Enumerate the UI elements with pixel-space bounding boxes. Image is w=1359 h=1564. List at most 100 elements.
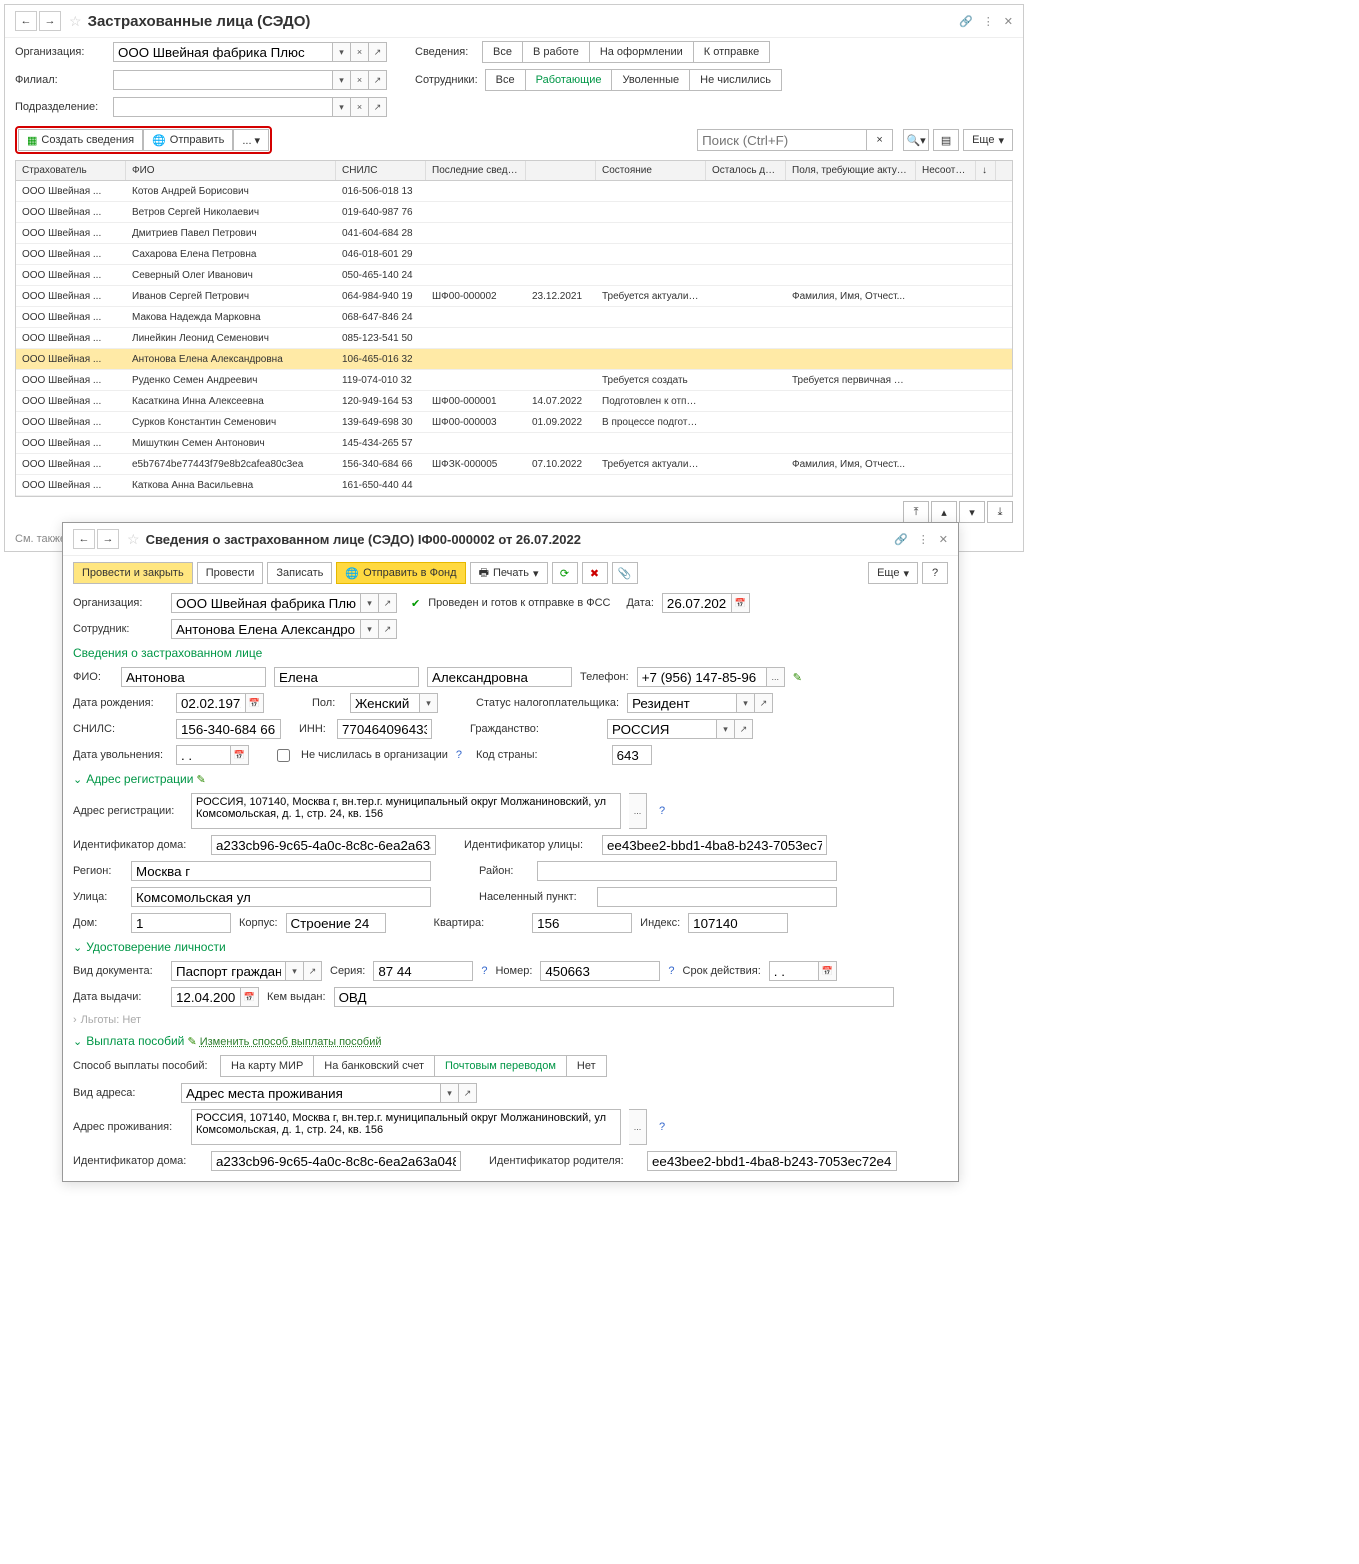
table-row[interactable]: ООО Швейная ...Руденко Семен Андреевич11… — [16, 370, 1012, 391]
table-row[interactable]: ООО Швейная ...Антонова Елена Александро… — [16, 349, 1012, 370]
col-header[interactable]: Страхователь — [16, 161, 126, 180]
edit-icon[interactable]: ✎ — [187, 1036, 196, 1048]
korp-input[interactable] — [286, 913, 386, 933]
ellipsis-button[interactable]: ... ▾ — [233, 129, 269, 151]
help-icon[interactable]: ? — [668, 965, 674, 977]
table-row[interactable]: ООО Швейная ...Северный Олег Иванович050… — [16, 265, 1012, 286]
surname-input[interactable] — [121, 667, 266, 687]
calendar-icon[interactable]: 📅 — [231, 745, 249, 765]
dropdown-icon[interactable]: ▾ — [737, 693, 755, 713]
calendar-icon[interactable]: 📅 — [819, 961, 837, 981]
table-row[interactable]: ООО Швейная ...Мишуткин Семен Антонович1… — [16, 433, 1012, 454]
edit-icon[interactable]: ✎ — [197, 774, 206, 786]
tab-На оформлении[interactable]: На оформлении — [589, 41, 694, 63]
calendar-icon[interactable]: 📅 — [241, 987, 259, 1007]
send-button[interactable]: 🌐Отправить — [143, 129, 233, 151]
nav-back-button[interactable]: ← — [73, 529, 95, 549]
calendar-icon[interactable]: 📅 — [732, 593, 750, 613]
help-icon[interactable]: ? — [659, 805, 665, 817]
collapse-icon[interactable]: ⌄ — [73, 1036, 82, 1048]
open-icon[interactable]: ↗ — [369, 42, 387, 62]
open-icon[interactable]: ↗ — [755, 693, 773, 713]
attach-button[interactable]: 📎 — [612, 562, 638, 584]
collapse-icon[interactable]: ⌄ — [73, 774, 82, 786]
more-icon[interactable]: ... — [629, 1109, 647, 1145]
org-input[interactable] — [171, 593, 361, 613]
star-icon[interactable]: ☆ — [127, 531, 140, 548]
table-row[interactable]: ООО Швейная ...Иванов Сергей Петрович064… — [16, 286, 1012, 307]
dropdown-icon[interactable]: ▾ — [286, 961, 304, 981]
ccode-input[interactable] — [612, 745, 652, 765]
open-icon[interactable]: ↗ — [459, 1083, 477, 1103]
print-button[interactable]: 🖶Печать ▾ — [470, 562, 548, 584]
tax-input[interactable] — [627, 693, 737, 713]
help-icon[interactable]: ? — [659, 1121, 665, 1133]
nav-back-button[interactable]: ← — [15, 11, 37, 31]
more-button[interactable]: Еще ▾ — [963, 129, 1013, 151]
col-header[interactable] — [526, 161, 596, 180]
sex-input[interactable] — [350, 693, 420, 713]
adrtype-input[interactable] — [181, 1083, 441, 1103]
hid2-input[interactable] — [211, 1151, 461, 1171]
help-icon[interactable]: ? — [481, 965, 487, 977]
dropdown-icon[interactable]: ▾ — [361, 593, 379, 613]
podr-input[interactable] — [113, 97, 333, 117]
tab-Почтовым переводом[interactable]: Почтовым переводом — [434, 1055, 567, 1077]
expand-icon[interactable]: › — [73, 1014, 77, 1026]
col-header[interactable]: Осталось дней — [706, 161, 786, 180]
dropdown-icon[interactable]: ▾ — [333, 42, 351, 62]
emp-input[interactable] — [171, 619, 361, 639]
send-fund-button[interactable]: 🌐Отправить в Фонд — [336, 562, 465, 584]
list-mode-button[interactable]: ▤ — [933, 129, 959, 151]
tab-На банковский счет[interactable]: На банковский счет — [313, 1055, 435, 1077]
close-icon[interactable]: ✕ — [939, 533, 948, 546]
district-input[interactable] — [537, 861, 837, 881]
nochisl-checkbox[interactable] — [277, 749, 290, 762]
tab-Уволенные[interactable]: Уволенные — [611, 69, 690, 91]
org-input[interactable] — [113, 42, 333, 62]
menu-icon[interactable]: ⋮ — [983, 15, 994, 28]
tab-Не числились[interactable]: Не числились — [689, 69, 782, 91]
open-icon[interactable]: ↗ — [304, 961, 322, 981]
table-row[interactable]: ООО Швейная ...Сахарова Елена Петровна04… — [16, 244, 1012, 265]
dropdown-icon[interactable]: ▾ — [333, 70, 351, 90]
table-row[interactable]: ООО Швейная ...Ветров Сергей Николаевич0… — [16, 202, 1012, 223]
tab-Все[interactable]: Все — [485, 69, 526, 91]
clear-icon[interactable]: × — [351, 70, 369, 90]
dropdown-icon[interactable]: ▾ — [420, 693, 438, 713]
dropdown-icon[interactable]: ▾ — [717, 719, 735, 739]
tab-Все[interactable]: Все — [482, 41, 523, 63]
goto-bottom-button[interactable]: ⤓ — [987, 501, 1013, 523]
areg-input[interactable]: РОССИЯ, 107140, Москва г, вн.тер.г. муни… — [191, 793, 621, 829]
issued-input[interactable] — [171, 987, 241, 1007]
search-input[interactable] — [697, 129, 867, 151]
collapse-icon[interactable]: ⌄ — [73, 942, 82, 954]
clear-icon[interactable]: × — [351, 97, 369, 117]
sort-icon[interactable]: ↓ — [976, 161, 996, 180]
col-header[interactable]: Поля, требующие актуа... — [786, 161, 916, 180]
search-clear-icon[interactable]: × — [867, 129, 893, 151]
col-header[interactable]: ФИО — [126, 161, 336, 180]
close-icon[interactable]: ✕ — [1004, 15, 1013, 28]
open-icon[interactable]: ↗ — [369, 97, 387, 117]
open-icon[interactable]: ↗ — [735, 719, 753, 739]
refresh-button[interactable]: ⟳ — [552, 562, 578, 584]
nav-fwd-button[interactable]: → — [97, 529, 119, 549]
locality-input[interactable] — [597, 887, 837, 907]
clear-icon[interactable]: × — [351, 42, 369, 62]
tel-input[interactable] — [637, 667, 767, 687]
save-button[interactable]: Записать — [267, 562, 332, 584]
col-header[interactable]: Несоотв... — [916, 161, 976, 180]
scroll-down-button[interactable]: ▾ — [959, 501, 985, 523]
create-button[interactable]: ▦Создать сведения — [18, 129, 143, 151]
num-input[interactable] — [540, 961, 660, 981]
filial-input[interactable] — [113, 70, 333, 90]
tab-Нет[interactable]: Нет — [566, 1055, 607, 1077]
col-header[interactable]: Состояние — [596, 161, 706, 180]
sid-input[interactable] — [602, 835, 827, 855]
calendar-icon[interactable]: 📅 — [246, 693, 264, 713]
search-button[interactable]: 🔍▾ — [903, 129, 929, 151]
doctype-input[interactable] — [171, 961, 286, 981]
dropdown-icon[interactable]: ▾ — [361, 619, 379, 639]
pid-input[interactable] — [647, 1151, 897, 1171]
